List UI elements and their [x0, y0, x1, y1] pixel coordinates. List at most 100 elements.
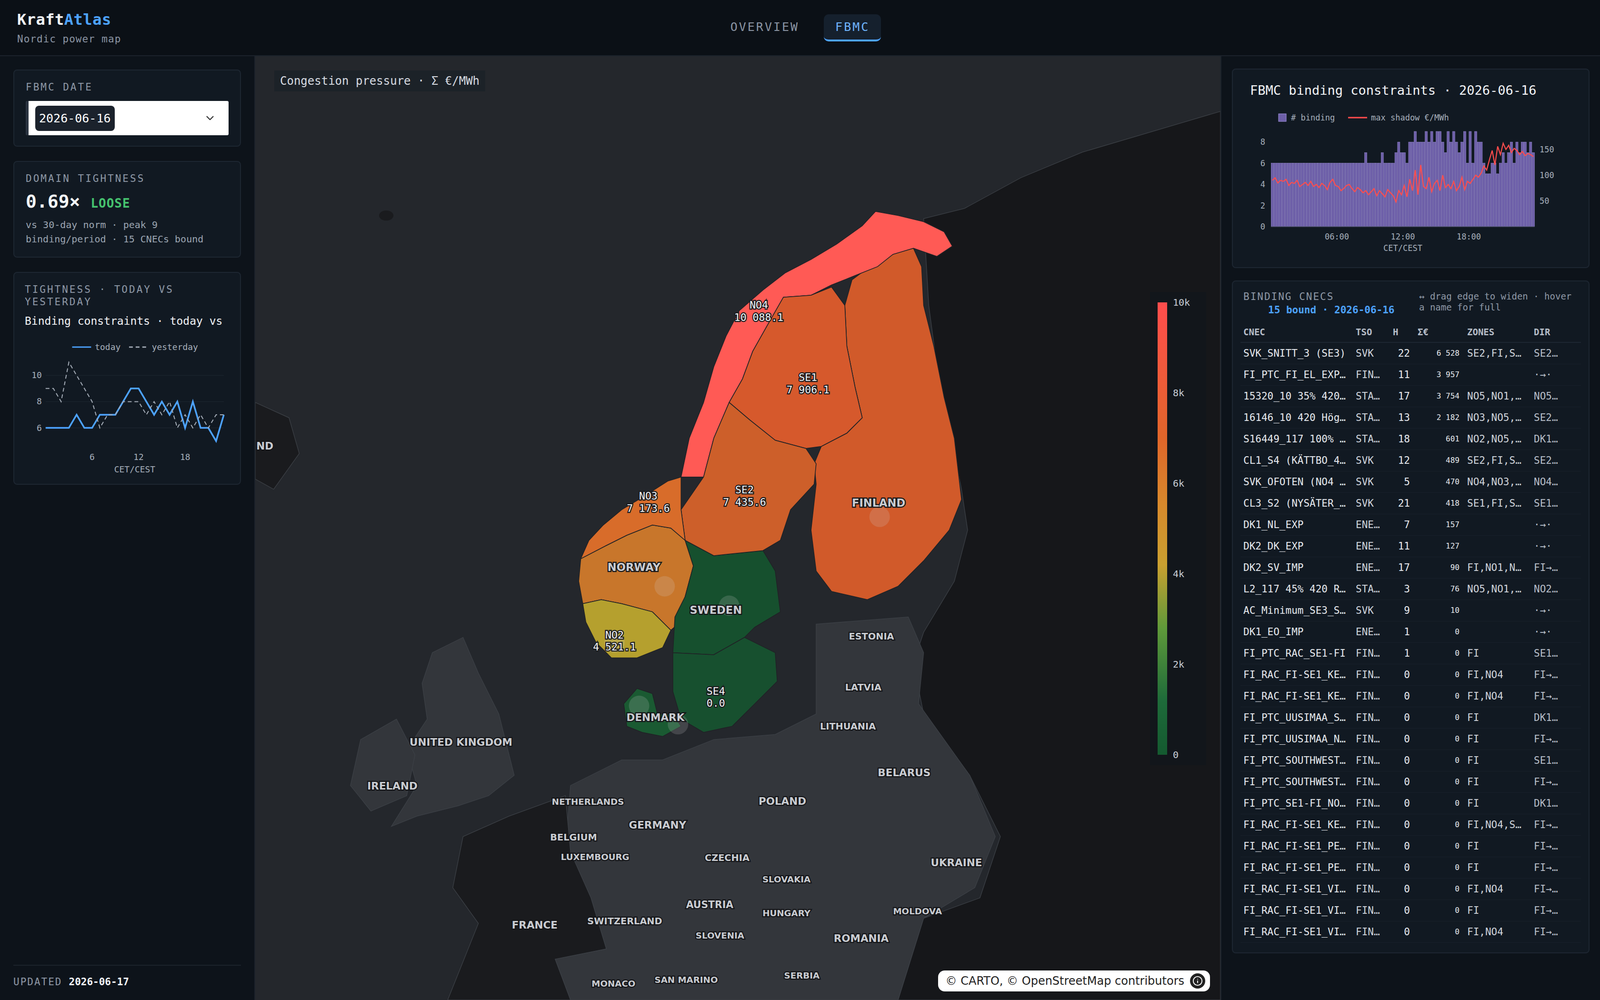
- bar[interactable]: [1326, 163, 1329, 227]
- bar[interactable]: [1345, 163, 1348, 227]
- table-row[interactable]: AC_Minimum_SE3_S…SVK910·→·: [1240, 599, 1581, 621]
- table-row[interactable]: FI_PTC_UUSIMAA_S…FIN…00FIDK1…: [1240, 706, 1581, 729]
- bar[interactable]: [1466, 163, 1469, 227]
- bar[interactable]: [1438, 131, 1441, 227]
- bar[interactable]: [1281, 163, 1285, 227]
- bar[interactable]: [1436, 131, 1439, 227]
- table-row[interactable]: 16146_10 420 Hög…STA…132 182NO3,NO5,…SE2…: [1240, 406, 1581, 429]
- bar[interactable]: [1350, 163, 1354, 227]
- table-row[interactable]: L2_117 45% 420 R…STA…376NO5,NO1,…NO2…: [1240, 578, 1581, 600]
- bar[interactable]: [1370, 163, 1373, 227]
- bar[interactable]: [1323, 163, 1326, 227]
- bar[interactable]: [1331, 163, 1334, 227]
- bar[interactable]: [1510, 141, 1513, 227]
- table-row[interactable]: DK2_SV_IMPENE…1790FI,NO1,N…FI→…: [1240, 556, 1581, 579]
- bar[interactable]: [1306, 163, 1310, 227]
- table-row[interactable]: DK1_EO_IMPENE…10·→·: [1240, 620, 1581, 643]
- bar[interactable]: [1353, 163, 1357, 227]
- bar[interactable]: [1287, 163, 1290, 227]
- bar[interactable]: [1474, 131, 1477, 227]
- bar[interactable]: [1304, 163, 1307, 227]
- bar[interactable]: [1447, 131, 1450, 227]
- bar[interactable]: [1276, 163, 1280, 227]
- bar[interactable]: [1356, 163, 1359, 227]
- tab[interactable]: FBMC: [823, 14, 881, 42]
- bar[interactable]: [1493, 163, 1497, 227]
- bar[interactable]: [1460, 141, 1464, 227]
- bar[interactable]: [1359, 163, 1362, 227]
- bar[interactable]: [1380, 152, 1384, 227]
- bar[interactable]: [1337, 163, 1340, 227]
- table-row[interactable]: DK1_NL_EXPENE…7157·→·: [1240, 513, 1581, 536]
- bar[interactable]: [1471, 163, 1475, 227]
- tab[interactable]: OVERVIEW: [719, 14, 811, 42]
- column-header[interactable]: H: [1390, 321, 1415, 343]
- bar[interactable]: [1400, 152, 1403, 227]
- bar[interactable]: [1312, 163, 1315, 227]
- table-row[interactable]: FI_RAC_FI-SE1_KE…FIN…00FI,NO4,S…FI→…: [1240, 813, 1581, 836]
- bar[interactable]: [1452, 131, 1455, 227]
- bar[interactable]: [1301, 163, 1304, 227]
- bar[interactable]: [1342, 163, 1345, 227]
- table-row[interactable]: FI_PTC_SE1-FI_NO…FIN…00FIDK1…: [1240, 792, 1581, 814]
- bar[interactable]: [1430, 131, 1433, 227]
- table-row[interactable]: DK2_DK_EXPENE…11127·→·: [1240, 535, 1581, 557]
- bar[interactable]: [1504, 163, 1508, 227]
- table-row[interactable]: CL3_S2 (NYSÄTER_…SVK21418SE1,FI,S…SE1…: [1240, 492, 1581, 514]
- bar[interactable]: [1364, 152, 1368, 227]
- table-row[interactable]: CL1_S4 (KÄTTBO_4…SVK12489SE2,FI,S…SE2…: [1240, 449, 1581, 471]
- bar[interactable]: [1279, 163, 1282, 227]
- bidding-zone[interactable]: [672, 637, 778, 733]
- table-row[interactable]: FI_RAC_FI-SE1_VI…FIN…00FI,NO4FI→…: [1240, 920, 1581, 943]
- bar[interactable]: [1295, 163, 1299, 227]
- bidding-zone[interactable]: [582, 599, 671, 658]
- bar[interactable]: [1441, 141, 1444, 227]
- table-row[interactable]: FI_RAC_FI-SE1_KE…FIN…00FI,NO4FI→…: [1240, 663, 1581, 686]
- bar[interactable]: [1290, 163, 1293, 227]
- bar[interactable]: [1521, 141, 1524, 227]
- table-row[interactable]: FI_RAC_FI-SE1_VI…FIN…00FIFI→…: [1240, 899, 1581, 921]
- info-button[interactable]: [1190, 973, 1206, 989]
- bar[interactable]: [1463, 131, 1466, 227]
- table-row[interactable]: FI_PTC_RAC_SE1-FIFIN…10FISE1…: [1240, 642, 1581, 664]
- bar[interactable]: [1501, 152, 1505, 227]
- bidding-zone[interactable]: [672, 540, 781, 655]
- bar[interactable]: [1458, 152, 1461, 227]
- bar[interactable]: [1320, 163, 1323, 227]
- bar[interactable]: [1378, 163, 1381, 227]
- column-header[interactable]: Σ€: [1414, 321, 1465, 343]
- bar[interactable]: [1348, 163, 1351, 227]
- bar[interactable]: [1273, 163, 1277, 227]
- bar[interactable]: [1340, 163, 1343, 227]
- bar[interactable]: [1298, 163, 1301, 227]
- bar[interactable]: [1455, 141, 1458, 227]
- bar[interactable]: [1270, 163, 1274, 227]
- table-row[interactable]: FI_PTC_FI_EL_EXP…FIN…113 957·→·: [1240, 363, 1581, 386]
- table-row[interactable]: SVK_OFOTEN (NO4 …SVK5470NO4,NO3,…NO4…: [1240, 470, 1581, 493]
- bar[interactable]: [1480, 141, 1483, 227]
- bar[interactable]: [1526, 152, 1530, 227]
- table-row[interactable]: SVK_SNITT_3 (SE3)SVK226 528SE2,FI,S…SE2…: [1240, 342, 1581, 364]
- bar[interactable]: [1372, 163, 1376, 227]
- bar[interactable]: [1496, 173, 1500, 227]
- bar[interactable]: [1477, 141, 1480, 227]
- table-row[interactable]: FI_PTC_SOUTHWEST…FIN…00FISE1…: [1240, 749, 1581, 771]
- bar[interactable]: [1482, 163, 1486, 227]
- bar[interactable]: [1334, 163, 1337, 227]
- bar[interactable]: [1394, 152, 1398, 227]
- bar[interactable]: [1499, 163, 1502, 227]
- table-row[interactable]: FI_PTC_UUSIMAA_N…FIN…00FIFI→…: [1240, 728, 1581, 750]
- bar[interactable]: [1488, 173, 1491, 227]
- bar[interactable]: [1293, 163, 1296, 227]
- bidding-zone[interactable]: [680, 402, 817, 556]
- bar[interactable]: [1284, 163, 1288, 227]
- bar[interactable]: [1507, 152, 1510, 227]
- bar[interactable]: [1425, 131, 1428, 227]
- bar[interactable]: [1450, 141, 1453, 227]
- column-header[interactable]: TSO: [1352, 321, 1390, 343]
- table-row[interactable]: S16449_117 100% …STA…18601NO2,NO5,…DK1…: [1240, 428, 1581, 450]
- bidding-zone[interactable]: [580, 477, 686, 560]
- date-select[interactable]: 2026-06-16: [25, 100, 229, 136]
- column-header[interactable]: ZONES: [1464, 321, 1531, 343]
- table-row[interactable]: FI_PTC_SOUTHWEST…FIN…00FIFI→…: [1240, 770, 1581, 793]
